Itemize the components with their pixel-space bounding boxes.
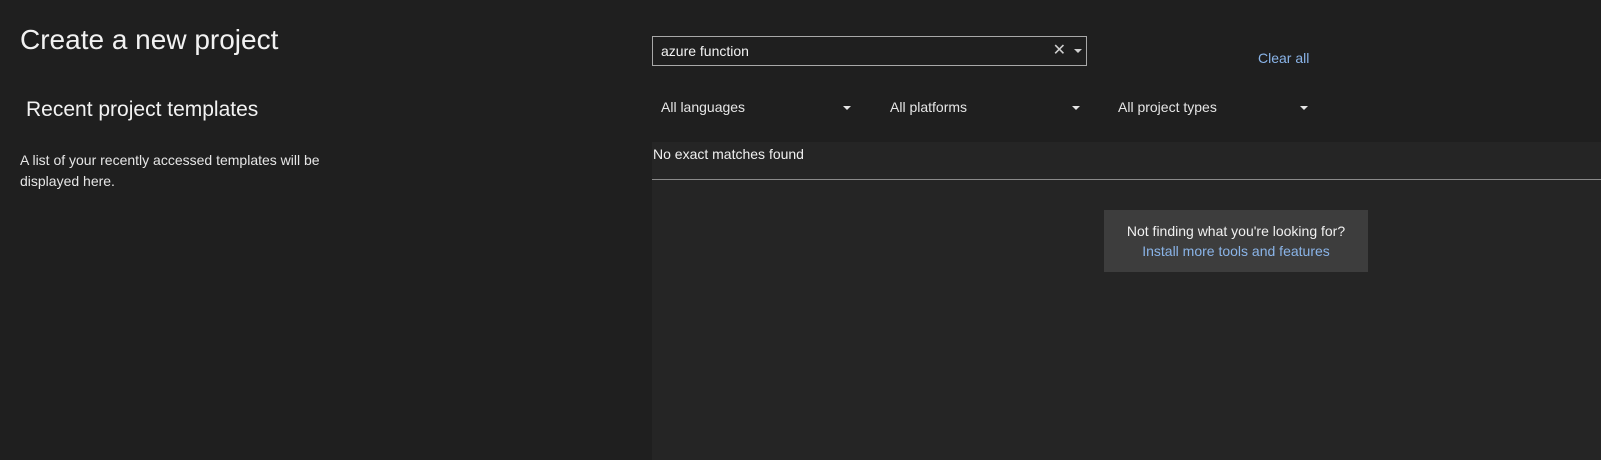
template-search-box[interactable]: ✕ [652, 36, 1087, 66]
chevron-down-icon[interactable] [1074, 49, 1082, 53]
template-results-panel: No exact matches found Not finding what … [652, 142, 1601, 460]
close-icon[interactable]: ✕ [1053, 42, 1066, 60]
no-matches-message: No exact matches found [653, 146, 804, 162]
template-search-input[interactable] [661, 37, 1051, 65]
platform-filter-dropdown[interactable]: All platforms [881, 92, 1084, 122]
platform-filter-label: All platforms [890, 99, 968, 115]
page-title: Create a new project [20, 24, 279, 55]
help-prompt-text: Not finding what you're looking for? [1126, 223, 1346, 239]
clear-all-link[interactable]: Clear all [1258, 50, 1309, 66]
chevron-down-icon [1072, 106, 1080, 110]
language-filter-dropdown[interactable]: All languages [652, 92, 855, 122]
install-more-tools-link[interactable]: Install more tools and features [1104, 243, 1368, 259]
recent-templates-empty-message: A list of your recently accessed templat… [20, 152, 320, 189]
chevron-down-icon [1300, 106, 1308, 110]
project-type-filter-dropdown[interactable]: All project types [1109, 92, 1312, 122]
project-type-filter-label: All project types [1118, 99, 1217, 115]
language-filter-label: All languages [661, 99, 746, 115]
install-more-tools-card: Not finding what you're looking for? Ins… [1104, 210, 1368, 272]
results-divider [652, 179, 1601, 180]
recent-templates-heading: Recent project templates [26, 98, 259, 121]
chevron-down-icon [843, 106, 851, 110]
create-project-window: Create a new project Recent project temp… [0, 0, 1601, 460]
